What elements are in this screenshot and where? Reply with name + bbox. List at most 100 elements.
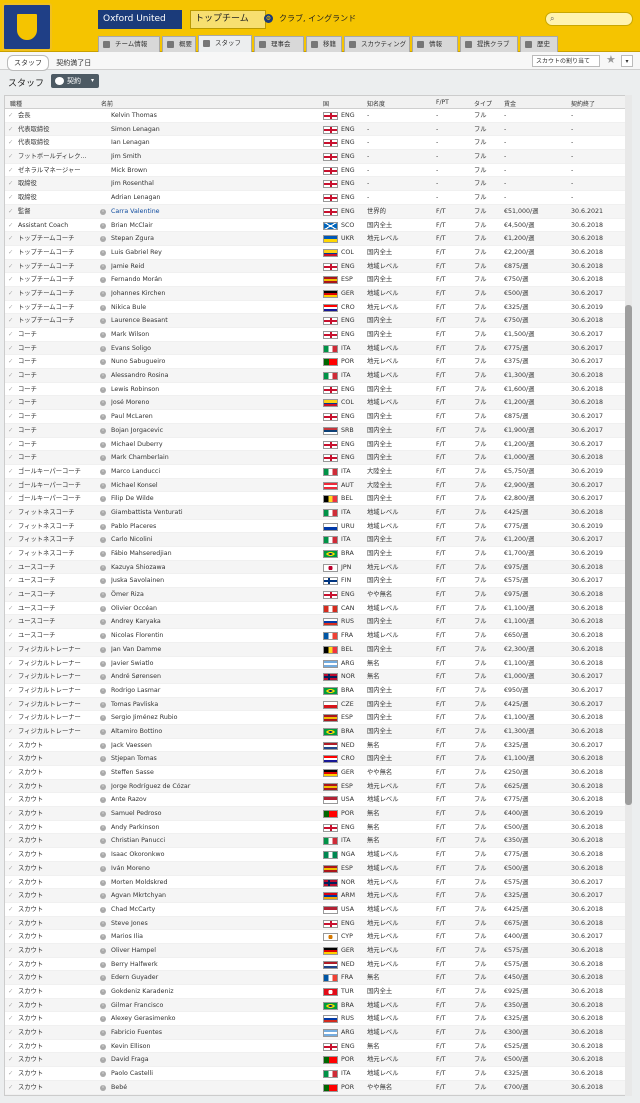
cell-name[interactable]: Michael Konsel	[111, 479, 321, 493]
cell-name[interactable]: Marios Ilia	[111, 930, 321, 944]
tab-0[interactable]: チーム情報	[98, 36, 160, 52]
cell-name[interactable]: Ante Razov	[111, 793, 321, 807]
table-row[interactable]: ✓ フィジカルトレーナー i Javier Swiatlo ARG 無名 F/T フル €1,1…	[5, 657, 631, 671]
cell-name[interactable]: Giambattista Venturati	[111, 506, 321, 520]
scrollbar[interactable]	[625, 95, 632, 1096]
table-row[interactable]: ✓ フィットネスコーチ i Carlo Nicolini ITA 国内全土 F/T フル €1,…	[5, 533, 631, 547]
cell-name[interactable]: Paul McLaren	[111, 410, 321, 424]
table-row[interactable]: ✓ トップチームコーチ i Fernando Morán ESP 国内全土 F/T フル €75…	[5, 273, 631, 287]
info-icon[interactable]: i	[100, 961, 106, 968]
table-row[interactable]: ✓ スカウト i Edern Guyader FRA 無名 F/T フル €450/週 30.6.…	[5, 971, 631, 985]
cell-name[interactable]: Jamie Reid	[111, 260, 321, 274]
table-row[interactable]: ✓ ゴールキーパーコーチ i Marco Landucci ITA 大陸全土 F/T フル €5…	[5, 465, 631, 479]
cell-name[interactable]: Jim Rosenthal	[111, 177, 321, 191]
cell-name[interactable]: Isaac Okoronkwo	[111, 848, 321, 862]
table-row[interactable]: ✓ 取締役 Adrian Lenagan ENG - - フル - -	[5, 191, 631, 205]
table-row[interactable]: ✓ コーチ i Mark Chamberlain ENG 国内全土 F/T フル €1,000/…	[5, 451, 631, 465]
cell-name[interactable]: Nikica Bule	[111, 301, 321, 315]
cell-name[interactable]: Filip De Wilde	[111, 492, 321, 506]
tab-4[interactable]: 移籍	[306, 36, 342, 52]
table-row[interactable]: ✓ スカウト i Alexey Gerasimenko RUS 地域レベル F/T フル €32…	[5, 1012, 631, 1027]
cell-name[interactable]: Mick Brown	[111, 164, 321, 178]
info-icon[interactable]: i	[100, 373, 106, 380]
cell-name[interactable]: Nicolas Florentin	[111, 629, 321, 643]
info-icon[interactable]: i	[100, 468, 106, 475]
cell-name[interactable]: Alexey Gerasimenko	[111, 1012, 321, 1026]
table-row[interactable]: ✓ スカウト i Paolo Castelli ITA 地域レベル F/T フル €325/週 3…	[5, 1067, 631, 1081]
cell-name[interactable]: Edern Guyader	[111, 971, 321, 985]
table-row[interactable]: ✓ フィットネスコーチ i Fábio Mahseredjian BRA 国内全土 F/T フ…	[5, 547, 631, 561]
table-row[interactable]: ✓ ユースコーチ i Juska Savolainen FIN 国内全土 F/T フル €575…	[5, 574, 631, 589]
info-icon[interactable]: i	[100, 715, 106, 722]
table-row[interactable]: ✓ スカウト i Isaac Okoronkwo NGA 地域レベル F/T フル €775/週…	[5, 848, 631, 862]
cell-name[interactable]: Luis Gabriel Rey	[111, 246, 321, 260]
cell-name[interactable]: Agvan Mkrtchyan	[111, 889, 321, 903]
club-crest-icon[interactable]	[2, 3, 52, 51]
cell-name[interactable]: Rodrigo Lasmar	[111, 684, 321, 698]
info-icon[interactable]: i	[100, 290, 106, 297]
cell-name[interactable]: Stepan Zgura	[111, 232, 321, 246]
info-icon[interactable]: i	[100, 989, 106, 995]
table-row[interactable]: ✓ フットボールディレク... Jim Smith ENG - - フル - -	[5, 150, 631, 164]
table-row[interactable]: ✓ フィットネスコーチ i Pablo Placeres URU 地域レベル F/T フル €7…	[5, 520, 631, 534]
info-icon[interactable]: i	[100, 249, 106, 256]
cell-name[interactable]: Andy Parkinson	[111, 821, 321, 835]
info-icon[interactable]: i	[100, 947, 106, 954]
cell-name[interactable]: Carra Valentine	[111, 205, 321, 219]
info-icon[interactable]: i	[100, 1002, 106, 1009]
table-row[interactable]: ✓ フィジカルトレーナー i Rodrigo Lasmar BRA 国内全土 F/T フル €9…	[5, 684, 631, 698]
table-row[interactable]: ✓ ユースコーチ i Olivier Occéan CAN 地域レベル F/T フル €1,10…	[5, 602, 631, 616]
col-ftpt[interactable]: F/PT	[436, 99, 449, 106]
info-icon[interactable]: i	[100, 304, 106, 311]
table-row[interactable]: ✓ スカウト i Gilmar Francisco BRA 地域レベル F/T フル €350/…	[5, 998, 631, 1013]
table-row[interactable]: ✓ コーチ i Alessandro Rosina ITA 地域レベル F/T フル €1,30…	[5, 369, 631, 383]
cell-name[interactable]: Ömer Riza	[111, 588, 321, 602]
col-name[interactable]: 名前	[101, 99, 113, 108]
table-row[interactable]: ✓ 代表取締役 Ian Lenagan ENG - - フル - -	[5, 136, 631, 151]
table-row[interactable]: ✓ トップチームコーチ i Luis Gabriel Rey COL 国内全土 F/T フル €…	[5, 246, 631, 260]
cell-name[interactable]: Gilmar Francisco	[111, 999, 321, 1013]
table-row[interactable]: ✓ トップチームコーチ i Nikica Bule CRO 地元レベル F/T フル €325/…	[5, 301, 631, 315]
info-icon[interactable]: i	[100, 1071, 106, 1078]
info-icon[interactable]: i	[100, 236, 106, 243]
info-icon[interactable]: i	[100, 263, 106, 270]
cell-name[interactable]: Paolo Castelli	[111, 1067, 321, 1081]
view-filter-button[interactable]: 契約 ▾	[51, 74, 99, 88]
col-wage[interactable]: 賃金	[504, 99, 516, 108]
info-icon[interactable]: i	[100, 865, 106, 872]
table-row[interactable]: ✓ 取締役 Jim Rosenthal ENG - - フル - -	[5, 177, 631, 192]
table-row[interactable]: ✓ コーチ i Paul McLaren ENG 国内全土 F/T フル €875/週 30.6.…	[5, 410, 631, 424]
tab-3[interactable]: 理事会	[254, 36, 304, 52]
table-row[interactable]: ✓ フィジカルトレーナー i Jan Van Damme BEL 国内全土 F/T フル €2,…	[5, 642, 631, 657]
table-row[interactable]: ✓ スカウト i Christian Panucci ITA 無名 F/T フル €350/週 3…	[5, 834, 631, 849]
cell-name[interactable]: Marco Landucci	[111, 465, 321, 479]
info-icon[interactable]: i	[100, 332, 106, 338]
tab-8[interactable]: 歴史	[520, 36, 558, 52]
info-icon[interactable]: i	[100, 619, 106, 626]
cell-name[interactable]: Olivier Occéan	[111, 602, 321, 616]
table-row[interactable]: ✓ トップチームコーチ i Jamie Reid ENG 地域レベル F/T フル €875/週…	[5, 259, 631, 274]
info-icon[interactable]: i	[100, 414, 106, 421]
cell-name[interactable]: Fabricio Fuentes	[111, 1026, 321, 1040]
cell-name[interactable]: Simon Lenagan	[111, 123, 321, 137]
cell-name[interactable]: Bebé	[111, 1081, 321, 1095]
cell-name[interactable]: Jorge Rodríguez de Cózar	[111, 780, 321, 794]
table-row[interactable]: ✓ スカウト i Oliver Hampel GER 地元レベル F/T フル €575/週 30…	[5, 943, 631, 958]
cell-name[interactable]: Jim Smith	[111, 150, 321, 164]
search-input[interactable]: ⌕	[545, 12, 633, 26]
cell-name[interactable]: Laurence Beasant	[111, 314, 321, 328]
cell-name[interactable]: Bojan Jorgacevic	[111, 424, 321, 438]
cell-name[interactable]: Fábio Mahseredjian	[111, 547, 321, 561]
cell-name[interactable]: Evans Soligo	[111, 342, 321, 356]
cell-name[interactable]: Kelvin Thomas	[111, 109, 321, 123]
info-icon[interactable]: i	[100, 441, 106, 448]
info-icon[interactable]: i	[100, 633, 106, 640]
info-icon[interactable]: i	[100, 660, 106, 667]
table-row[interactable]: ✓ スカウト i Samuel Pedroso POR 無名 F/T フル €400/週 30.6…	[5, 807, 631, 821]
cell-name[interactable]: André Sørensen	[111, 670, 321, 684]
info-icon[interactable]: i	[100, 551, 106, 557]
info-icon[interactable]: i	[100, 592, 106, 599]
table-row[interactable]: ✓ コーチ i Michael Duberry ENG 国内全土 F/T フル €1,200/週…	[5, 438, 631, 452]
table-row[interactable]: ✓ Assistant Coach i Brian McClair SCO 国内全土 F/T…	[5, 219, 631, 233]
cell-name[interactable]: Steffen Sasse	[111, 766, 321, 780]
